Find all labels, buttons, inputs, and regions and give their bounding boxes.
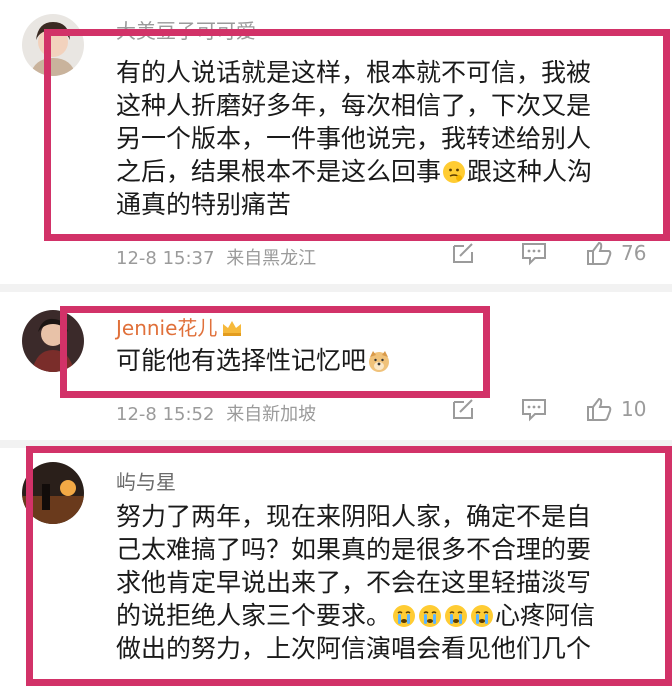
thumbs-up-icon [585,396,613,422]
comment-text-line: 己太难搞了吗？如果真的是很多不合理的要 [116,535,592,564]
comment-text-segment: 心疼阿信 [495,601,596,630]
location: 来自黑龙江 [226,248,317,269]
location: 来自新加坡 [226,404,317,425]
repost-button[interactable] [450,396,476,422]
share-icon [450,240,476,266]
username[interactable]: 屿与星 [116,466,176,495]
comment-text-line: 求他肯定早说出来了，不会在这里轻描淡写 [116,568,592,597]
crying-face-icon [392,603,416,627]
share-icon [450,396,476,422]
crying-face-icon [470,603,494,627]
comment-text-line: 另一个版本，一件事他说完，我转述给别人 [116,124,592,153]
comment-text-line: 之后，结果根本不是这么回事 跟这种人沟 [116,155,592,188]
comment-text-line: 的说拒绝人家三个要求。 心疼阿信 [116,599,595,632]
comment-text-line: 做出的努力，上次阿信演唱会看见他们几个 [116,634,592,663]
comment-icon [520,396,548,422]
reply-button[interactable] [520,396,548,422]
comment-meta: 12-8 15:37 来自黑龙江 [116,244,316,270]
repost-button[interactable] [450,240,476,266]
avatar[interactable] [22,462,84,524]
crown-badge-icon [221,318,243,336]
like-button[interactable]: 76 [585,240,646,266]
doge-icon [367,348,391,372]
comment-text-segment: 可能他有选择性记忆吧 [116,346,367,375]
avatar[interactable] [22,14,84,76]
avatar[interactable] [22,310,84,372]
comment-meta: 12-8 15:52 来自新加坡 [116,400,316,426]
thinking-face-icon [442,159,466,183]
comment-text-line: 可能他有选择性记忆吧 [116,344,392,377]
comment-text-line: 通真的特别痛苦 [116,190,292,219]
like-count: 10 [621,397,647,421]
comment-icon [520,240,548,266]
comment-text-line: 有的人说话就是这样，根本就不可信，我被 [116,58,592,87]
like-count: 76 [621,241,647,265]
divider [0,440,672,448]
timestamp: 12-8 15:37 [116,248,215,269]
like-button[interactable]: 10 [585,396,646,422]
timestamp: 12-8 15:52 [116,404,215,425]
comment-text-line: 努力了两年，现在来阴阳人家，确定不是自 [116,502,592,531]
crying-face-icon [418,603,442,627]
thumbs-up-icon [585,240,613,266]
comment-text-segment: 之后，结果根本不是这么回事 [116,157,442,186]
reply-button[interactable] [520,240,548,266]
username[interactable]: 大美豆子可可爱 [116,15,256,44]
crying-face-icon [444,603,468,627]
comment-text-segment: 跟这种人沟 [467,157,593,186]
comment-text-line: 这种人折磨好多年，每次相信了，下次又是 [116,91,592,120]
divider [0,284,672,292]
username[interactable]: Jennie花儿 [116,312,243,341]
comment-text-segment: 的说拒绝人家三个要求。 [116,601,392,630]
